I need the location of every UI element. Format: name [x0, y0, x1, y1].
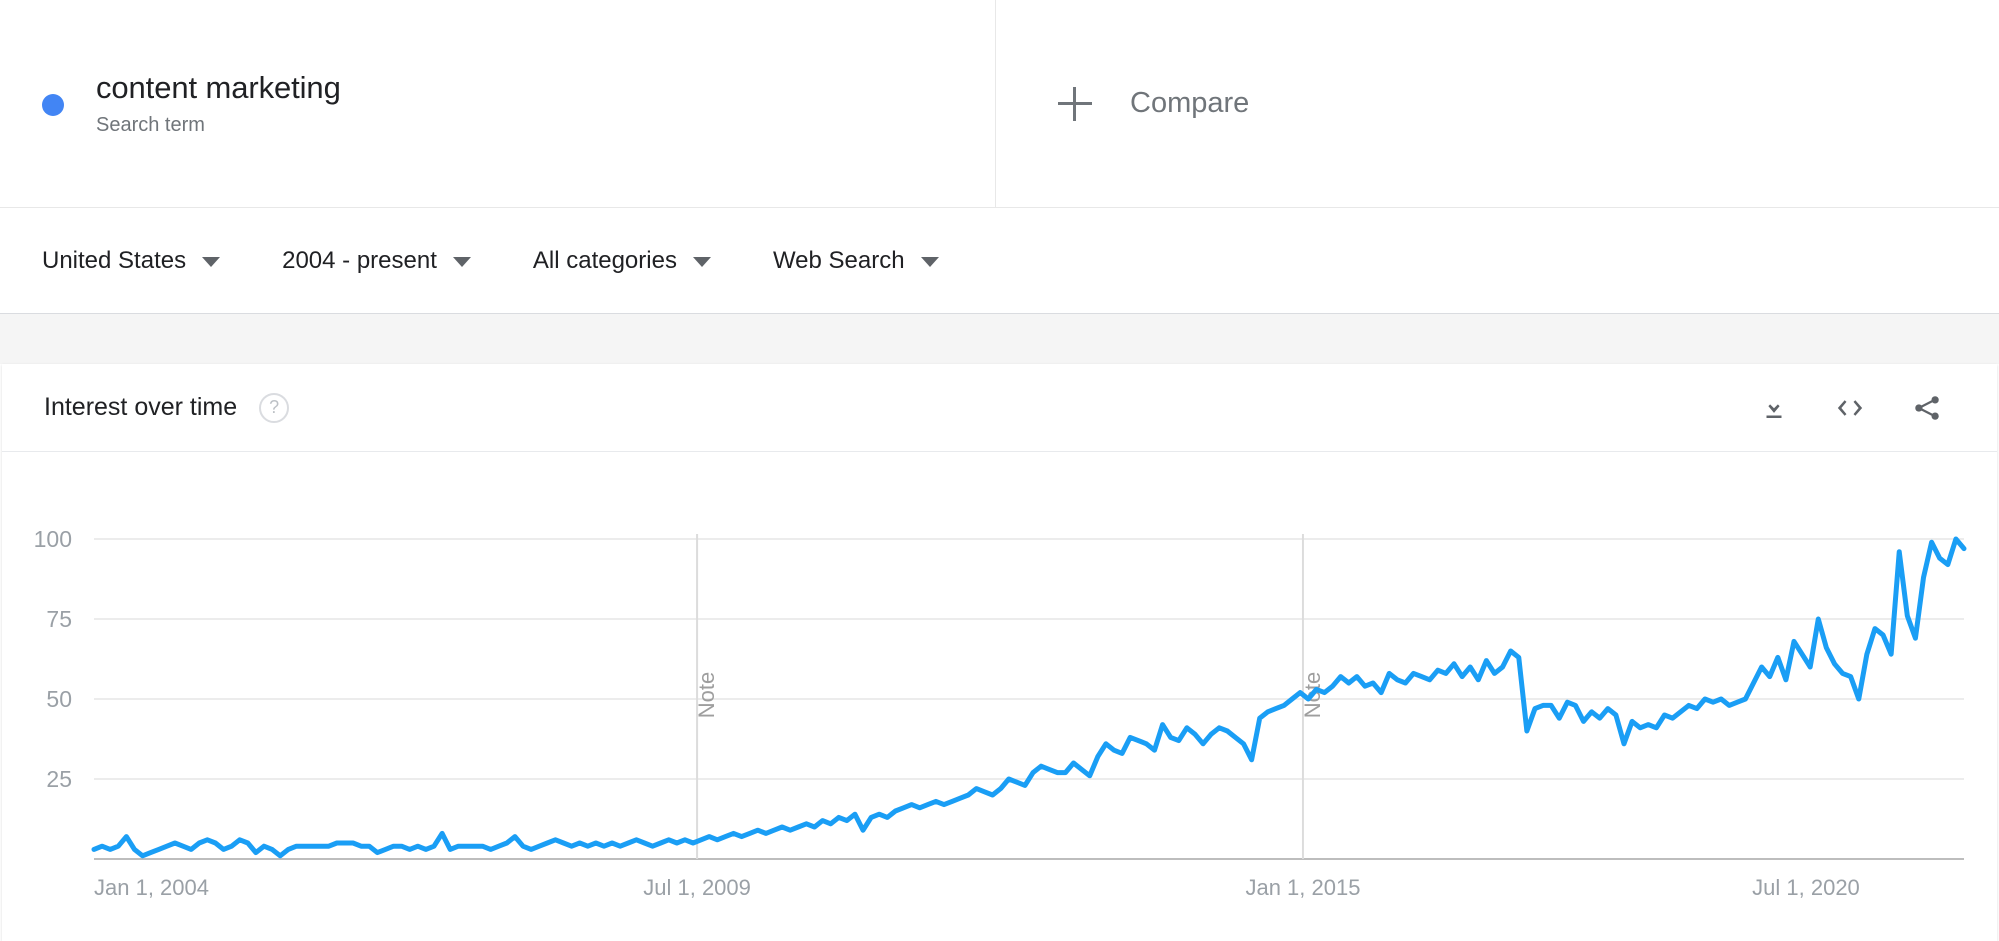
compare-label: Compare: [1130, 87, 1250, 119]
interest-over-time-chart[interactable]: 255075100Note NoteJan 1, 2004 Jul 1, 2009 J…: [2, 452, 1997, 940]
card-actions: [1759, 393, 1969, 423]
interest-over-time-card: Interest over time ? 25 50 75 100 Note N…: [2, 364, 1997, 941]
svg-text:100: 100: [34, 526, 72, 552]
svg-text:50: 50: [46, 686, 72, 712]
filter-bar: United States 2004 - present All categor…: [0, 208, 1999, 314]
filter-location[interactable]: United States: [42, 246, 221, 275]
filter-category[interactable]: All categories: [533, 247, 711, 275]
filter-time-range[interactable]: 2004 - present: [282, 247, 471, 275]
search-term-bar: content marketing Search term Compare: [0, 0, 1999, 208]
help-icon[interactable]: ?: [259, 392, 290, 423]
svg-text:Jan 1, 2015: Jan 1, 2015: [1245, 875, 1360, 900]
compare-button[interactable]: Compare: [996, 0, 1999, 207]
search-term-card[interactable]: content marketing Search term: [0, 0, 996, 207]
search-term-label: content marketing: [96, 69, 341, 105]
svg-text:75: 75: [46, 606, 72, 632]
svg-text:25: 25: [46, 766, 72, 792]
chevron-down-icon: [202, 257, 221, 267]
card-header: Interest over time ?: [2, 364, 1997, 452]
filter-location-label: United States: [42, 246, 187, 274]
plus-icon: [1058, 86, 1092, 121]
legend-color-dot: [42, 93, 64, 116]
svg-text:Note: Note: [694, 672, 719, 718]
svg-text:Jan 1, 2004: Jan 1, 2004: [94, 875, 209, 900]
section-spacer: [0, 314, 1999, 364]
chevron-down-icon: [692, 257, 711, 267]
filter-search-type[interactable]: Web Search: [773, 247, 939, 275]
page-title: Interest over time: [44, 393, 238, 421]
search-term-type: Search term: [96, 114, 205, 137]
chart-area: 25 50 75 100 Note Note Jan 1, 2004 Jul 1, 2009 J…: [2, 452, 1997, 940]
embed-code-icon[interactable]: [1833, 393, 1867, 423]
filter-search-type-label: Web Search: [772, 246, 905, 274]
svg-text:Jul 1, 2020: Jul 1, 2020: [1752, 875, 1860, 900]
chevron-down-icon: [920, 257, 939, 267]
filter-category-label: All categories: [532, 246, 677, 274]
download-icon[interactable]: [1759, 393, 1789, 423]
filter-time-range-label: 2004 - present: [282, 246, 437, 274]
chevron-down-icon: [452, 257, 471, 267]
svg-text:Jul 1, 2009: Jul 1, 2009: [643, 875, 751, 900]
share-icon[interactable]: [1911, 393, 1943, 423]
